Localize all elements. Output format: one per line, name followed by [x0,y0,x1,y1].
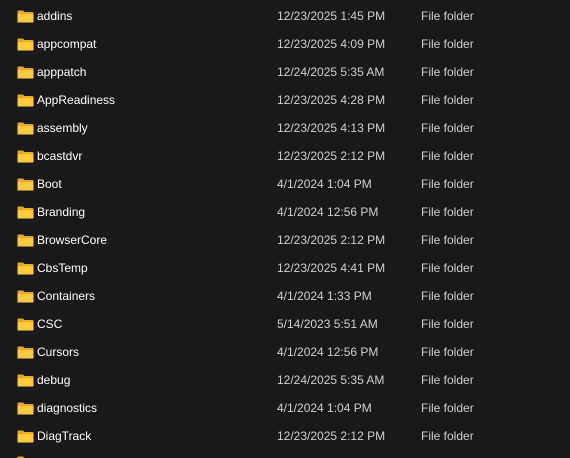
file-name: CbsTemp [37,261,88,275]
file-row[interactable]: Containers 4/1/2024 1:33 PM File folder [0,282,570,310]
file-name: bcastdvr [37,149,83,163]
file-row[interactable]: bcastdvr 12/23/2025 2:12 PM File folder [0,142,570,170]
file-date-modified: 12/24/2025 5:35 AM [277,373,385,387]
file-type: File folder [421,233,474,247]
file-row[interactable]: appcompat 12/23/2025 4:09 PM File folder [0,30,570,58]
file-type: File folder [421,93,474,107]
file-type: File folder [421,373,474,387]
file-type: File folder [421,289,474,303]
file-date-modified: 4/1/2024 1:04 PM [277,401,372,415]
file-type: File folder [421,121,474,135]
folder-icon [17,178,34,191]
file-row[interactable]: AppReadiness 12/23/2025 4:28 PM File fol… [0,86,570,114]
file-row[interactable]: Boot 4/1/2024 1:04 PM File folder [0,170,570,198]
file-date-modified: 12/23/2025 4:13 PM [277,121,386,135]
folder-icon [17,150,34,163]
file-row[interactable]: CSC 5/14/2023 5:51 AM File folder [0,310,570,338]
folder-icon [17,402,34,415]
file-name: appcompat [37,37,97,51]
file-row[interactable]: assembly 12/23/2025 4:13 PM File folder [0,114,570,142]
file-name: AppReadiness [37,93,116,107]
file-row[interactable]: apppatch 12/24/2025 5:35 AM File folder [0,58,570,86]
folder-icon [17,374,34,387]
file-type: File folder [421,261,474,275]
file-row[interactable]: Cursors 4/1/2024 12:56 PM File folder [0,338,570,366]
folder-icon [17,318,34,331]
file-row-partial[interactable] [0,450,570,458]
folder-icon [17,38,34,51]
file-name: apppatch [37,65,87,79]
file-date-modified: 12/24/2025 5:35 AM [277,65,385,79]
file-type: File folder [421,149,474,163]
file-type: File folder [421,345,474,359]
file-type: File folder [421,177,474,191]
file-name: CSC [37,317,63,331]
folder-icon [17,346,34,359]
file-row[interactable]: BrowserCore 12/23/2025 2:12 PM File fold… [0,226,570,254]
file-type: File folder [421,401,474,415]
file-date-modified: 12/23/2025 1:45 PM [277,9,386,23]
file-type: File folder [421,37,474,51]
file-date-modified: 12/23/2025 4:28 PM [277,93,386,107]
file-date-modified: 4/1/2024 1:04 PM [277,177,372,191]
folder-icon [17,122,34,135]
file-type: File folder [421,9,474,23]
file-row[interactable]: addins 12/23/2025 1:45 PM File folder [0,2,570,30]
folder-icon [17,66,34,79]
file-date-modified: 12/23/2025 2:12 PM [277,429,386,443]
file-name: assembly [37,121,88,135]
file-date-modified: 12/23/2025 4:41 PM [277,261,386,275]
file-name: Cursors [37,345,80,359]
file-name: Boot [37,177,62,191]
file-row[interactable]: diagnostics 4/1/2024 1:04 PM File folder [0,394,570,422]
folder-icon [17,94,34,107]
folder-icon [17,234,34,247]
file-date-modified: 5/14/2023 5:51 AM [277,317,378,331]
folder-icon [17,206,34,219]
file-date-modified: 4/1/2024 12:56 PM [277,345,379,359]
folder-icon [17,10,34,23]
file-date-modified: 12/23/2025 2:12 PM [277,233,386,247]
folder-icon [17,290,34,303]
file-type: File folder [421,65,474,79]
file-list: addins 12/23/2025 1:45 PM File folder ap… [0,0,570,458]
file-name: debug [37,373,71,387]
file-row[interactable]: debug 12/24/2025 5:35 AM File folder [0,366,570,394]
file-row[interactable]: CbsTemp 12/23/2025 4:41 PM File folder [0,254,570,282]
file-name: Branding [37,205,86,219]
file-name: Containers [37,289,96,303]
file-name: addins [37,9,73,23]
file-type: File folder [421,429,474,443]
file-name: diagnostics [37,401,98,415]
file-date-modified: 12/23/2025 2:12 PM [277,149,386,163]
file-type: File folder [421,205,474,219]
file-type: File folder [421,317,474,331]
file-name: DiagTrack [37,429,92,443]
folder-icon [17,430,34,443]
file-date-modified: 4/1/2024 12:56 PM [277,205,379,219]
file-date-modified: 4/1/2024 1:33 PM [277,289,372,303]
file-row[interactable]: DiagTrack 12/23/2025 2:12 PM File folder [0,422,570,450]
file-date-modified: 12/23/2025 4:09 PM [277,37,386,51]
file-name: BrowserCore [37,233,108,247]
folder-icon [17,262,34,275]
file-row[interactable]: Branding 4/1/2024 12:56 PM File folder [0,198,570,226]
